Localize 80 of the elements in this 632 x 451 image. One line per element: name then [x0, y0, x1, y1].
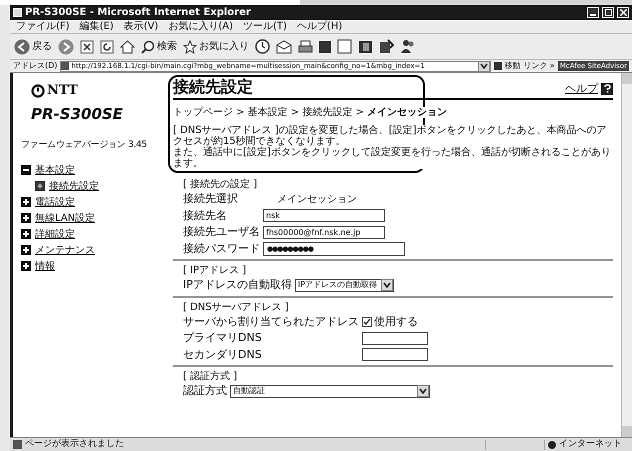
globe-icon: [548, 440, 556, 448]
field-label: 接続先選択: [183, 191, 239, 207]
history-icon[interactable]: [255, 39, 270, 54]
nav-link[interactable]: 接続先設定: [49, 178, 99, 194]
menu-item[interactable]: ツール(T): [243, 20, 287, 32]
field-label: 接続パスワード: [183, 240, 261, 256]
brand-name: NTT: [47, 82, 78, 100]
go-button[interactable]: 移動: [494, 60, 520, 72]
address-label: アドレス(D): [13, 60, 58, 72]
home-icon[interactable]: [120, 40, 135, 54]
model-name: PR-S300SE: [31, 104, 123, 124]
text-field[interactable]: nsk: [263, 209, 385, 222]
people-icon[interactable]: [400, 39, 416, 54]
menu-item[interactable]: 編集(E): [80, 20, 114, 32]
close-icon: [620, 9, 626, 16]
section-heading: [ IPアドレス ]: [183, 264, 248, 277]
links-button[interactable]: リンク »: [523, 60, 555, 72]
expand-icon[interactable]: [21, 197, 31, 207]
field-label: セカンダリDNS: [183, 346, 263, 362]
zone-label: インターネット: [559, 438, 623, 451]
menu-item[interactable]: お気に入り(A): [168, 20, 233, 32]
stop-icon[interactable]: [80, 40, 94, 54]
help-link[interactable]: ヘルプ: [565, 80, 598, 97]
firmware-version: ファームウェアバージョン 3.45: [21, 139, 147, 152]
expand-icon[interactable]: [21, 261, 31, 271]
text-field[interactable]: [362, 348, 428, 362]
expand-icon[interactable]: [21, 245, 31, 255]
checkbox-label: 使用する: [374, 314, 418, 330]
window-title: PR-S300SE - Microsoft Internet Explorer: [25, 6, 252, 20]
dropdown[interactable]: IPアドレスの自動取得: [294, 278, 394, 292]
search-button[interactable]: 検索: [141, 39, 177, 54]
page-icon: [61, 62, 70, 70]
note-icon[interactable]: [337, 39, 352, 54]
field-value: メインセッション: [276, 192, 357, 207]
nav-link[interactable]: メンテナンス: [35, 242, 95, 258]
text-field[interactable]: fhs00000@fnf.nsk.ne.jp: [263, 226, 385, 239]
field-label: 認証方式: [183, 383, 228, 399]
field-label: サーバから割り当てられたアドレス: [183, 314, 360, 330]
field-label: 接続先名: [183, 208, 228, 224]
page-icon: [35, 181, 45, 191]
maximize-icon: [604, 9, 612, 16]
printer-icon[interactable]: [298, 40, 313, 54]
nav-link[interactable]: 無線LAN設定: [35, 210, 96, 226]
nav-link[interactable]: 基本設定: [35, 162, 75, 178]
field-label: 接続先ユーザ名: [183, 224, 261, 240]
page-icon: [13, 440, 22, 449]
back-button[interactable]: 戻る: [14, 38, 52, 54]
field-label: プライマリDNS: [183, 330, 263, 346]
section-heading: [ 接続先の設定 ]: [183, 178, 258, 191]
search-icon: [141, 40, 155, 54]
status-text: ページが表示されました: [25, 438, 125, 451]
minimize-button[interactable]: [587, 7, 599, 18]
section-heading: [ DNSサーバアドレス ]: [183, 300, 290, 314]
field-label: IPアドレスの自動取得: [183, 277, 293, 293]
scrollbar[interactable]: [621, 73, 632, 437]
expand-icon[interactable]: [21, 213, 31, 223]
menu-item[interactable]: ファイル(F): [16, 20, 70, 32]
close-button[interactable]: [617, 7, 629, 18]
nav-link[interactable]: 電話設定: [35, 194, 75, 210]
checkbox[interactable]: [362, 316, 372, 327]
maximize-button[interactable]: [602, 7, 614, 18]
section-heading: [ 認証方式 ]: [183, 370, 238, 383]
text-field[interactable]: [362, 332, 428, 345]
dropdown-arrow-icon[interactable]: [478, 62, 490, 70]
logo-icon: [31, 84, 45, 98]
mail-icon[interactable]: [276, 40, 292, 54]
nav-link[interactable]: 詳細設定: [35, 226, 75, 242]
browser-icon: [13, 8, 22, 17]
help-icon[interactable]: [601, 82, 613, 95]
square-icon[interactable]: [319, 40, 331, 52]
collapse-icon[interactable]: [21, 165, 31, 175]
refresh-icon[interactable]: [100, 40, 114, 54]
menu-item[interactable]: ヘルプ(H): [296, 20, 342, 32]
expand-icon[interactable]: [21, 229, 31, 239]
dropdown[interactable]: 自動認証: [230, 384, 430, 398]
nav-link[interactable]: 情報: [35, 258, 55, 274]
star-icon: [183, 40, 197, 54]
menu-item[interactable]: 表示(V): [124, 20, 158, 32]
page-title: 接続先設定: [173, 77, 253, 97]
favorites-button[interactable]: お気に入り: [183, 39, 249, 54]
